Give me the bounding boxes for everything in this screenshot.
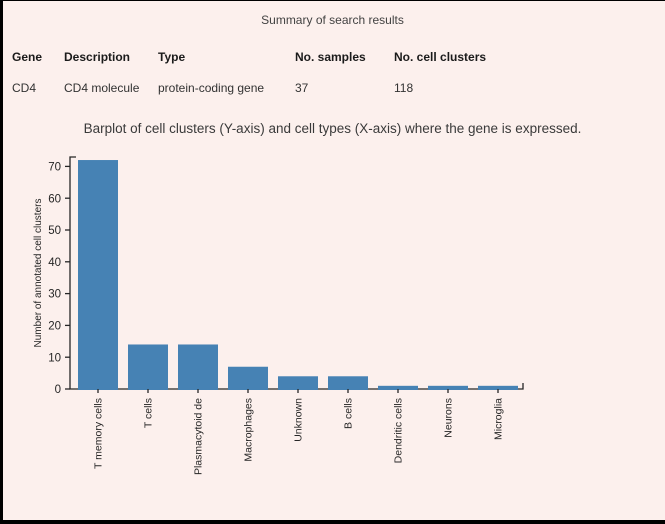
barplot: 0 10 20 30 40 50 60 70 Number of annotated cell … xyxy=(0,0,665,524)
x-tick-label: T cells xyxy=(142,398,154,428)
x-tick-label: T memory cells xyxy=(92,398,104,469)
y-tick-label: 30 xyxy=(48,289,61,301)
window-border-bottom xyxy=(0,520,665,524)
y-tick-label: 70 xyxy=(48,162,61,174)
x-tick-label: B cells xyxy=(342,398,354,429)
bar-plasmacytoid-de xyxy=(178,344,218,390)
y-tick-label: 0 xyxy=(55,384,61,396)
y-tick-label: 60 xyxy=(48,193,61,205)
x-tick-label: Plasmacytoid de xyxy=(192,398,204,475)
x-tick-label: Macrophages xyxy=(242,398,254,462)
y-tick-label: 40 xyxy=(48,257,61,269)
y-tick-label: 20 xyxy=(48,321,61,333)
y-tick-label: 50 xyxy=(48,225,61,237)
bar-macrophages xyxy=(228,367,268,390)
bar-t-memory-cells xyxy=(78,160,118,390)
x-tick-label: Unknown xyxy=(292,398,304,442)
bar-t-cells xyxy=(128,344,168,390)
window-border-left xyxy=(0,0,3,524)
x-tick-label: Microglia xyxy=(492,398,504,440)
x-tick-label: Neurons xyxy=(442,398,454,438)
y-axis-label: Number of annotated cell clusters xyxy=(33,199,44,348)
bar-b-cells xyxy=(328,376,368,390)
window-border-top xyxy=(0,0,665,1)
app-window: Summary of search results Gene Descripti… xyxy=(0,0,665,524)
y-tick-label: 10 xyxy=(48,352,61,364)
bar-unknown xyxy=(278,376,318,390)
x-tick-label: Dendritic cells xyxy=(392,398,404,463)
